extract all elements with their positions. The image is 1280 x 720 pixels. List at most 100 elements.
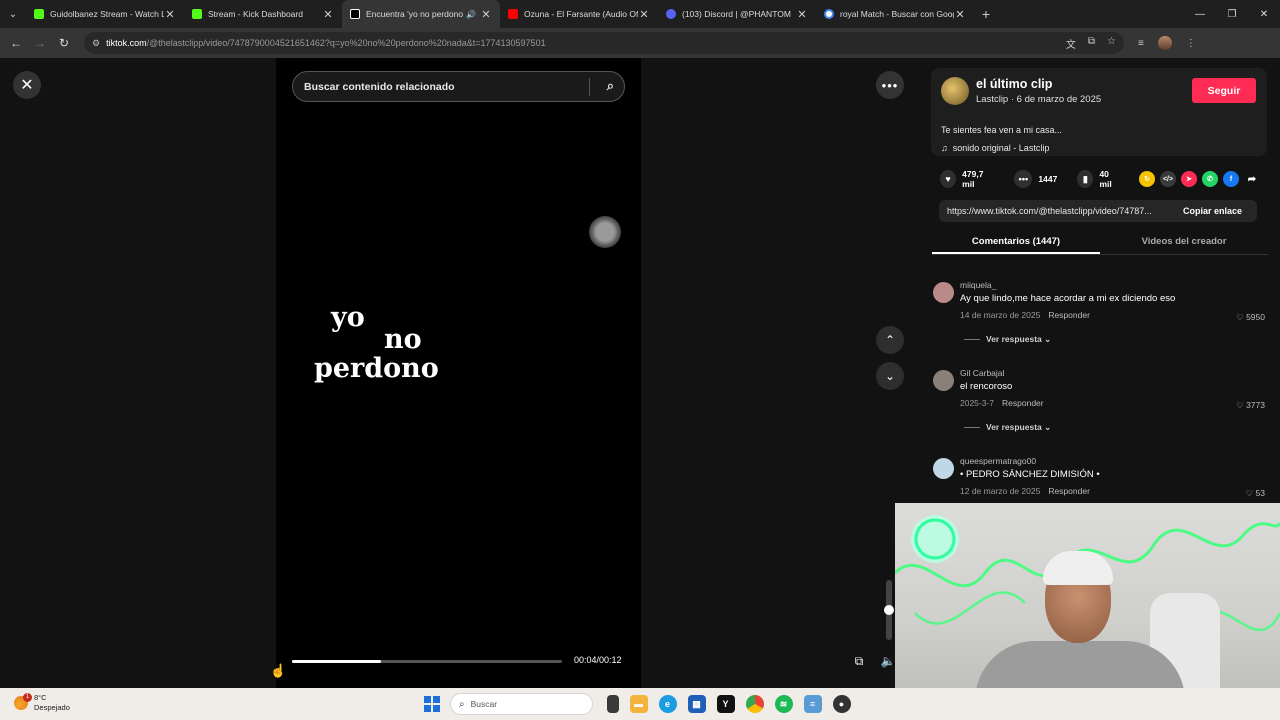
comment-likes[interactable]: ♡ 3773 [1236, 400, 1265, 411]
commenter-avatar[interactable] [933, 370, 954, 391]
share-arrow-icon[interactable]: ➦ [1244, 171, 1260, 187]
close-tab-icon[interactable]: ✕ [796, 8, 808, 21]
speaker-icon[interactable]: 🔊 [466, 10, 476, 19]
picture-in-picture-icon[interactable]: ⧉ [850, 652, 868, 670]
commenter-avatar[interactable] [933, 282, 954, 303]
weather-condition: Despejado [34, 703, 70, 712]
comment-text: Ay que lindo,me hace acordar a mi ex dic… [960, 293, 1176, 304]
comment-likes[interactable]: ♡ 5950 [1236, 312, 1265, 323]
restore-icon[interactable]: ❐ [1216, 0, 1248, 28]
site-settings-icon[interactable]: ⚙ [92, 38, 100, 49]
reply-button[interactable]: Responder [1002, 398, 1044, 408]
commenter-name[interactable]: miiquela_ [960, 280, 996, 290]
comment-count: 1447 [1038, 174, 1058, 184]
browser-tab-4[interactable]: Ozuna - El Farsante (Audio Ofic ✕ [500, 0, 658, 28]
follow-button[interactable]: Seguir [1192, 78, 1256, 103]
reload-icon[interactable]: ↻ [52, 31, 76, 55]
view-replies-button[interactable]: Ver respuesta ⌄ [964, 334, 1051, 345]
close-tab-icon[interactable]: ✕ [480, 8, 492, 21]
previous-video-chevron-up-icon[interactable]: ⌃ [876, 326, 904, 354]
close-tab-icon[interactable]: ✕ [164, 8, 176, 21]
sound-link[interactable]: ♫ sonido original - Lastclip [941, 143, 1049, 153]
task-view-icon[interactable] [606, 695, 619, 713]
like-button[interactable]: ♥ 479,7 mil [940, 169, 994, 189]
commenter-name[interactable]: queespermatrago00 [960, 456, 1036, 466]
store-icon[interactable]: ▦ [687, 695, 706, 713]
address-bar[interactable]: ⚙ tiktok.com /@thelastclipp/video/747879… [84, 32, 1124, 54]
save-button[interactable]: ▮ 40 mil [1077, 169, 1121, 189]
media-controls-icon[interactable]: ≡ [1138, 38, 1144, 49]
send-to-friends-icon[interactable]: ➤ [1181, 171, 1197, 187]
back-arrow-icon[interactable]: ← [4, 31, 28, 55]
browser-menu-icon[interactable]: ⋮ [1186, 38, 1196, 49]
file-explorer-icon[interactable]: ▬ [629, 695, 648, 713]
browser-tab-title: royal Match - Buscar con Goog [840, 9, 954, 19]
facebook-icon[interactable]: f [1223, 171, 1239, 187]
youtube-favicon-icon [508, 9, 518, 19]
translate-icon[interactable]: 文 [1066, 36, 1076, 51]
repost-icon[interactable]: ↻ [1139, 171, 1155, 187]
edge-icon[interactable]: e [658, 695, 677, 713]
creator-name[interactable]: el último clip [976, 77, 1052, 91]
browser-tab-1[interactable]: Guidolbanez Stream - Watch Li ✕ [26, 0, 184, 28]
comment-like-count: 3773 [1246, 400, 1265, 410]
browser-tab-3[interactable]: Encuentra 'yo no perdono n 🔊 ✕ [342, 0, 500, 28]
close-video-button[interactable]: ✕ [13, 71, 41, 99]
related-search-input[interactable]: Buscar contenido relacionado ⌕ [292, 71, 625, 102]
taskbar-search-placeholder: Buscar [470, 699, 498, 709]
spotify-icon[interactable]: ≋ [774, 695, 793, 713]
profile-avatar[interactable] [1157, 36, 1172, 50]
video-link[interactable]: https://www.tiktok.com/@thelastclipp/vid… [939, 206, 1173, 216]
comment-button[interactable]: ••• 1447 [1014, 170, 1057, 188]
search-icon[interactable]: ⌕ [607, 78, 614, 94]
creator-avatar[interactable] [941, 77, 969, 105]
post-description: Te sientes fea ven a mi casa... [941, 125, 1063, 135]
volume-slider[interactable] [884, 580, 894, 640]
reply-button[interactable]: Responder [1048, 486, 1090, 496]
heart-outline-icon: ♡ [1236, 400, 1244, 410]
minimize-icon[interactable]: — [1184, 0, 1216, 28]
window-close-icon[interactable]: ✕ [1248, 0, 1280, 28]
weather-widget[interactable]: 1 8°C Despejado [14, 693, 70, 713]
browser-tab-2[interactable]: Stream - Kick Dashboard ✕ [184, 0, 342, 28]
google-favicon-icon [824, 9, 834, 19]
forward-arrow-icon[interactable]: → [28, 31, 52, 55]
close-tab-icon[interactable]: ✕ [638, 8, 650, 21]
whatsapp-icon[interactable]: ✆ [1202, 171, 1218, 187]
commenter-avatar[interactable] [933, 458, 954, 479]
post-info-card: el último clip Lastclip · 6 de marzo de … [931, 68, 1267, 156]
view-replies-button[interactable]: Ver respuesta ⌄ [964, 422, 1051, 433]
browser-tab-6[interactable]: royal Match - Buscar con Goog ✕ [816, 0, 974, 28]
more-options-button[interactable]: ••• [876, 71, 904, 99]
chrome-icon[interactable] [745, 695, 764, 713]
bookmark-star-icon[interactable]: ☆ [1107, 36, 1116, 51]
video-progress-bar[interactable] [292, 660, 562, 663]
y-app-icon[interactable]: Y [716, 695, 735, 713]
close-tab-icon[interactable]: ✕ [322, 8, 334, 21]
notepad-icon[interactable]: ≡ [803, 695, 822, 713]
tab-creator-videos[interactable]: Videos del creador [1100, 230, 1268, 254]
volume-knob[interactable] [884, 605, 894, 615]
new-tab-plus-icon[interactable]: + [974, 0, 998, 28]
taskbar-search[interactable]: ⌕ Buscar [450, 693, 593, 715]
windows-start-icon[interactable] [424, 696, 440, 712]
omnibox-icons: 文 ⧉ ☆ [1066, 36, 1116, 51]
copy-link-button[interactable]: Copiar enlace [1183, 206, 1242, 216]
creator-handle-date: Lastclip · 6 de marzo de 2025 [976, 94, 1102, 105]
obs-icon[interactable]: ● [832, 695, 851, 713]
comment-item: queespermatrago00 • PEDRO SÁNCHEZ DIMISI… [932, 456, 1268, 506]
next-video-chevron-down-icon[interactable]: ⌄ [876, 362, 904, 390]
close-tab-icon[interactable]: ✕ [954, 8, 966, 21]
comment-date: 14 de marzo de 2025 [960, 310, 1041, 320]
heart-outline-icon: ♡ [1236, 312, 1244, 322]
commenter-name[interactable]: Gil Carbajal [960, 368, 1004, 378]
reply-button[interactable]: Responder [1048, 310, 1090, 320]
embed-code-icon[interactable]: </> [1160, 171, 1176, 187]
browser-tab-5[interactable]: (103) Discord | @PHANTOM ✕ [658, 0, 816, 28]
temperature: 8°C [34, 693, 47, 702]
tab-search-chevron-icon[interactable]: ⌄ [0, 0, 26, 28]
tab-comments[interactable]: Comentarios (1447) [932, 230, 1100, 254]
like-count: 479,7 mil [962, 169, 984, 189]
cast-icon[interactable]: ⧉ [1088, 36, 1095, 51]
comment-likes[interactable]: ♡ 53 [1246, 488, 1265, 499]
